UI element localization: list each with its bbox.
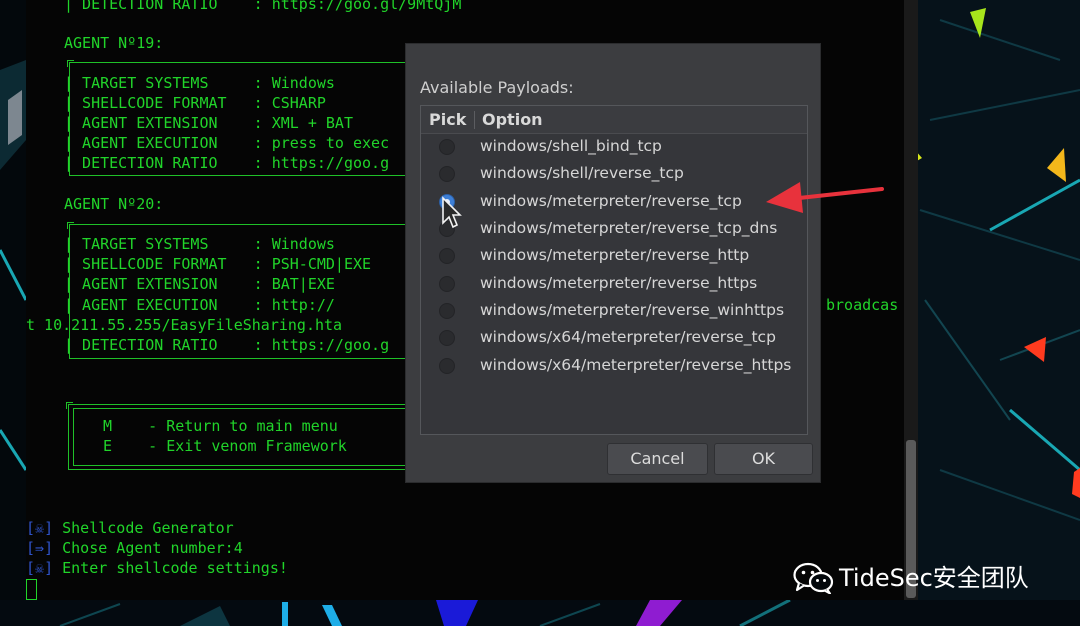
status-line-agent: [⇛] Chose Agent number:4 <box>26 539 243 557</box>
agent-19-detection: | DETECTION RATIO : https://goo.g <box>64 154 390 172</box>
payload-row[interactable]: windows/x64/meterpreter/reverse_tcp <box>421 324 807 351</box>
agent-19-extension: | AGENT EXTENSION : XML + BAT <box>64 114 353 132</box>
payload-dialog: Available Payloads: Pick Option windows/… <box>405 43 821 483</box>
payload-label: windows/meterpreter/reverse_https <box>480 274 758 292</box>
status-line-settings: [☠] Enter shellcode settings! <box>26 559 288 577</box>
agent-19-heading: AGENT Nº19: <box>64 34 164 52</box>
payload-row[interactable]: windows/meterpreter/reverse_http <box>421 242 807 269</box>
payload-list[interactable]: Pick Option windows/shell_bind_tcp windo… <box>420 105 808 435</box>
terminal-cursor <box>26 579 37 600</box>
menu-item-main: M - Return to main menu <box>103 417 338 435</box>
option-column-header[interactable]: Option <box>482 110 543 129</box>
annotation-arrow-icon <box>766 182 884 213</box>
terminal-line: | DETECTION RATIO : https://goo.gl/9MtQj… <box>64 0 462 13</box>
payload-radio[interactable] <box>439 166 455 182</box>
agent-20-target: | TARGET SYSTEMS : Windows <box>64 235 335 253</box>
agent-19-format: | SHELLCODE FORMAT : CSHARP <box>64 94 326 112</box>
payload-label: windows/meterpreter/reverse_http <box>480 246 750 264</box>
agent-19-target: | TARGET SYSTEMS : Windows <box>64 74 335 92</box>
menu-item-exit: E - Exit venom Framework <box>103 437 347 455</box>
mouse-pointer-icon <box>442 196 462 229</box>
agent-20-format: | SHELLCODE FORMAT : PSH-CMD|EXE <box>64 255 372 273</box>
payload-label: windows/x64/meterpreter/reverse_tcp <box>480 328 776 346</box>
payload-row[interactable]: windows/shell/reverse_tcp <box>421 160 807 187</box>
payload-row[interactable]: windows/meterpreter/reverse_tcp_dns <box>421 215 807 242</box>
payload-row[interactable]: windows/meterpreter/reverse_tcp <box>421 188 807 215</box>
agent-20-execution-continued: t 10.211.55.255/EasyFileSharing.hta <box>26 316 343 334</box>
status-line-generator: [☠] Shellcode Generator <box>26 519 234 537</box>
payload-radio[interactable] <box>439 248 455 264</box>
ok-button[interactable]: OK <box>714 443 813 475</box>
agent-20-heading: AGENT Nº20: <box>64 195 164 213</box>
payload-radio[interactable] <box>439 139 455 155</box>
pick-column-header[interactable]: Pick <box>429 110 466 129</box>
agent-20-detection: | DETECTION RATIO : https://goo.g <box>64 336 390 354</box>
skull-icon: ☠ <box>35 519 45 537</box>
agent-20-execution: | AGENT EXECUTION : http:// <box>64 296 335 314</box>
arrow-icon: ⇛ <box>35 539 45 557</box>
cancel-button[interactable]: Cancel <box>607 443 708 475</box>
payload-row[interactable]: windows/meterpreter/reverse_https <box>421 270 807 297</box>
payload-radio[interactable] <box>439 358 455 374</box>
payload-label: windows/meterpreter/reverse_tcp_dns <box>480 219 778 237</box>
payload-label: windows/x64/meterpreter/reverse_https <box>480 356 792 374</box>
list-header: Pick Option <box>421 106 807 134</box>
payload-label: windows/shell_bind_tcp <box>480 137 662 155</box>
skull-icon: ☠ <box>35 559 45 577</box>
payload-row[interactable]: windows/meterpreter/reverse_winhttps <box>421 297 807 324</box>
agent-20-extension: | AGENT EXTENSION : BAT|EXE <box>64 275 335 293</box>
agent-20-execution-overflow: broadcas <box>826 296 899 314</box>
agent-19-execution: | AGENT EXECUTION : press to exec <box>64 134 390 152</box>
payload-radio[interactable] <box>439 303 455 319</box>
payload-label: windows/meterpreter/reverse_winhttps <box>480 301 785 319</box>
payload-radio[interactable] <box>439 330 455 346</box>
payload-row[interactable]: windows/x64/meterpreter/reverse_https <box>421 352 807 379</box>
wechat-icon <box>793 562 834 594</box>
header-divider <box>474 111 475 129</box>
watermark-text: TideSec安全团队 <box>839 564 1029 592</box>
payload-label: windows/shell/reverse_tcp <box>480 164 684 182</box>
dialog-caption: Available Payloads: <box>420 78 574 97</box>
payload-label: windows/meterpreter/reverse_tcp <box>480 192 742 210</box>
payload-row[interactable]: windows/shell_bind_tcp <box>421 133 807 160</box>
payload-radio[interactable] <box>439 276 455 292</box>
